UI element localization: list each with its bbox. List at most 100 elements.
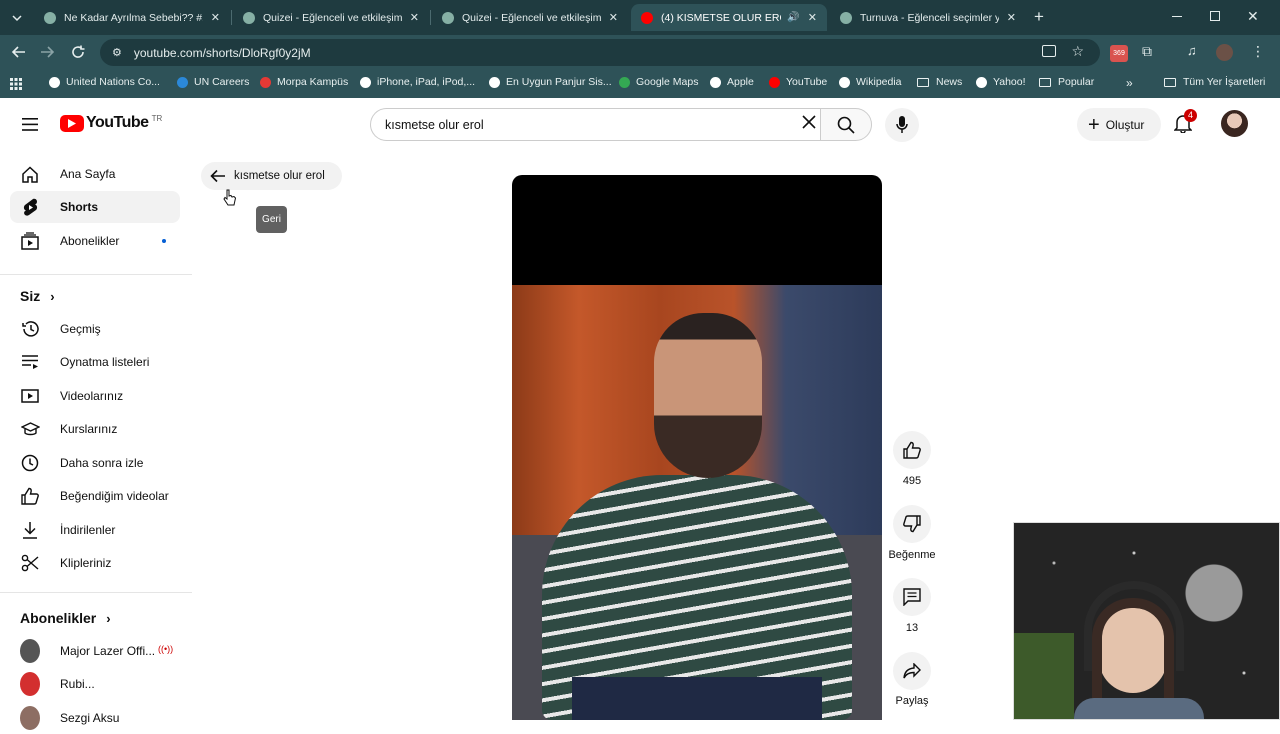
courses-icon (20, 421, 40, 437)
voice-search-button[interactable] (885, 108, 919, 142)
account-avatar[interactable] (1221, 110, 1248, 137)
media-controls-icon[interactable]: ♫ (1187, 43, 1197, 58)
bookmark-star-icon[interactable]: ☆ (1071, 43, 1084, 60)
maximize-window-icon[interactable] (1210, 11, 1220, 21)
bookmark-item[interactable]: Google Maps (619, 76, 698, 88)
apps-grid-icon[interactable] (10, 78, 22, 90)
forward-arrow-icon[interactable] (39, 44, 55, 60)
bookmark-item[interactable]: Apple (710, 76, 754, 88)
more-bookmarks-chevron-icon[interactable]: » (1126, 76, 1133, 90)
close-window-icon[interactable]: ✕ (1247, 8, 1259, 25)
extensions-puzzle-icon[interactable]: ⧉ (1142, 43, 1152, 60)
mouse-cursor-icon (223, 189, 237, 207)
bookmark-favicon-icon (260, 76, 271, 88)
bookmark-item[interactable]: YouTube (769, 76, 827, 88)
new-content-dot (162, 239, 166, 243)
dislike-label: Beğenme (888, 549, 936, 561)
address-bar[interactable]: ⚙ youtube.com/shorts/DloRgf0y2jM ☆ (100, 39, 1100, 66)
search-input[interactable]: kısmetse olur erol (385, 118, 484, 132)
share-button[interactable] (893, 652, 931, 690)
profile-avatar-icon[interactable] (1216, 44, 1233, 61)
minimize-window-icon[interactable] (1172, 16, 1182, 17)
sidebar-item-your-videos[interactable]: Videolarınız (10, 380, 180, 412)
your-videos-icon (20, 389, 40, 403)
sidebar-item-clips[interactable]: Klipleriniz (10, 547, 180, 579)
back-arrow-icon[interactable] (11, 44, 27, 60)
bookmark-folder[interactable]: Popular (1039, 76, 1094, 88)
sidebar-item-subscriptions[interactable]: Abonelikler (10, 225, 180, 257)
reload-icon[interactable] (70, 44, 86, 60)
site-info-icon[interactable]: ⚙ (112, 46, 122, 59)
live-broadcast-icon: ((•)) (158, 644, 174, 654)
google-maps-icon (619, 76, 630, 88)
create-button[interactable]: + Oluştur (1077, 108, 1161, 141)
search-button[interactable] (820, 108, 872, 141)
bookmark-item[interactable]: iPhone, iPad, iPod,... (360, 76, 475, 88)
tab-search-button[interactable] (8, 9, 26, 27)
speaker-icon[interactable]: 🔊 (787, 12, 799, 23)
sidebar-item-liked-videos[interactable]: Beğendiğim videolar (10, 480, 180, 512)
sidebar-item-playlists[interactable]: Oynatma listeleri (10, 346, 180, 378)
browser-tab-active[interactable]: (4) KISMETSE OLUR EROL S 🔊 ✕ (631, 4, 827, 31)
close-icon[interactable]: ✕ (211, 11, 220, 24)
sidebar-channel-item[interactable]: Major Lazer Offi... ((•)) (10, 635, 180, 667)
youtube-page: YouTube TR kısmetse olur erol + Oluştur … (0, 98, 1280, 730)
hamburger-menu-icon[interactable] (22, 118, 38, 131)
close-icon[interactable]: ✕ (1007, 11, 1016, 24)
bookmark-item[interactable]: United Nations Co... (49, 76, 160, 88)
sidebar-item-history[interactable]: Geçmiş (10, 313, 180, 345)
share-label: Paylaş (895, 695, 929, 707)
close-icon[interactable]: ✕ (609, 11, 618, 24)
bookmark-item[interactable]: Yahoo! (976, 76, 1026, 88)
folder-icon (1039, 77, 1051, 87)
history-icon (20, 320, 40, 338)
comments-button[interactable] (893, 578, 931, 616)
youtube-logo[interactable]: YouTube TR (60, 114, 162, 132)
all-bookmarks-folder[interactable]: Tüm Yer İşaretleri (1164, 76, 1265, 88)
bookmark-item[interactable]: En Uygun Panjur Sis... (489, 76, 612, 88)
new-tab-plus-icon[interactable]: + (1034, 7, 1044, 27)
tooltip: Geri (256, 206, 287, 233)
sidebar-channel-item[interactable]: Rubi... (10, 668, 180, 700)
you-section-title[interactable]: Siz › (20, 288, 55, 304)
bookmark-folder[interactable]: News (917, 76, 962, 88)
sidebar-item-downloads[interactable]: İndirilenler (10, 514, 180, 546)
sidebar-channel-item[interactable]: Sezgi Aksu (10, 702, 180, 734)
sidebar-item-home[interactable]: Ana Sayfa (10, 158, 180, 190)
close-icon[interactable]: ✕ (410, 11, 419, 24)
clock-icon (20, 454, 40, 472)
extension-badge-icon[interactable]: 369 (1110, 45, 1128, 62)
youtube-favicon-icon (641, 11, 653, 24)
bookmark-item[interactable]: Wikipedia (839, 76, 902, 88)
sidebar-item-courses[interactable]: Kurslarınız (10, 413, 180, 445)
create-label: Oluştur (1105, 117, 1145, 132)
tab-title: Quizei - Eğlenceli ve etkileşimli (462, 11, 601, 24)
close-icon[interactable]: ✕ (808, 11, 817, 24)
subscriptions-section-title[interactable]: Abonelikler › (20, 610, 111, 626)
plant (1014, 633, 1074, 719)
browser-tab[interactable]: Quizei - Eğlenceli ve etkileşimli ✕ (432, 4, 628, 31)
browser-menu-icon[interactable]: ⋮ (1251, 43, 1265, 60)
back-to-search-chip[interactable]: kısmetse olur erol (201, 162, 342, 190)
search-box[interactable]: kısmetse olur erol (370, 108, 820, 141)
notifications-button[interactable]: 4 (1174, 109, 1200, 137)
tab-title: Ne Kadar Ayrılma Sebebi?? #1 - (64, 11, 203, 24)
shorts-video-player[interactable] (512, 175, 882, 720)
sidebar-item-watch-later[interactable]: Daha sonra izle (10, 447, 180, 479)
video-frame (512, 285, 882, 720)
install-app-icon[interactable] (1042, 45, 1056, 57)
back-arrow-icon (210, 169, 225, 183)
streamer-shirt (1074, 698, 1204, 719)
jeans (572, 677, 822, 720)
like-button[interactable] (893, 431, 931, 469)
clear-search-icon[interactable] (802, 115, 816, 129)
person-head (654, 313, 762, 478)
bookmark-item[interactable]: Morpa Kampüs (260, 76, 348, 88)
browser-tab[interactable]: Quizei - Eğlenceli ve etkileşimli ✕ (233, 4, 429, 31)
sidebar-item-shorts[interactable]: Shorts (10, 191, 180, 223)
bookmark-item[interactable]: UN Careers (177, 76, 249, 88)
dislike-button[interactable] (893, 505, 931, 543)
browser-tab[interactable]: Ne Kadar Ayrılma Sebebi?? #1 - ✕ (34, 4, 230, 31)
browser-tab[interactable]: Turnuva - Eğlenceli seçimler ya ✕ (830, 4, 1026, 31)
home-icon (20, 165, 40, 183)
